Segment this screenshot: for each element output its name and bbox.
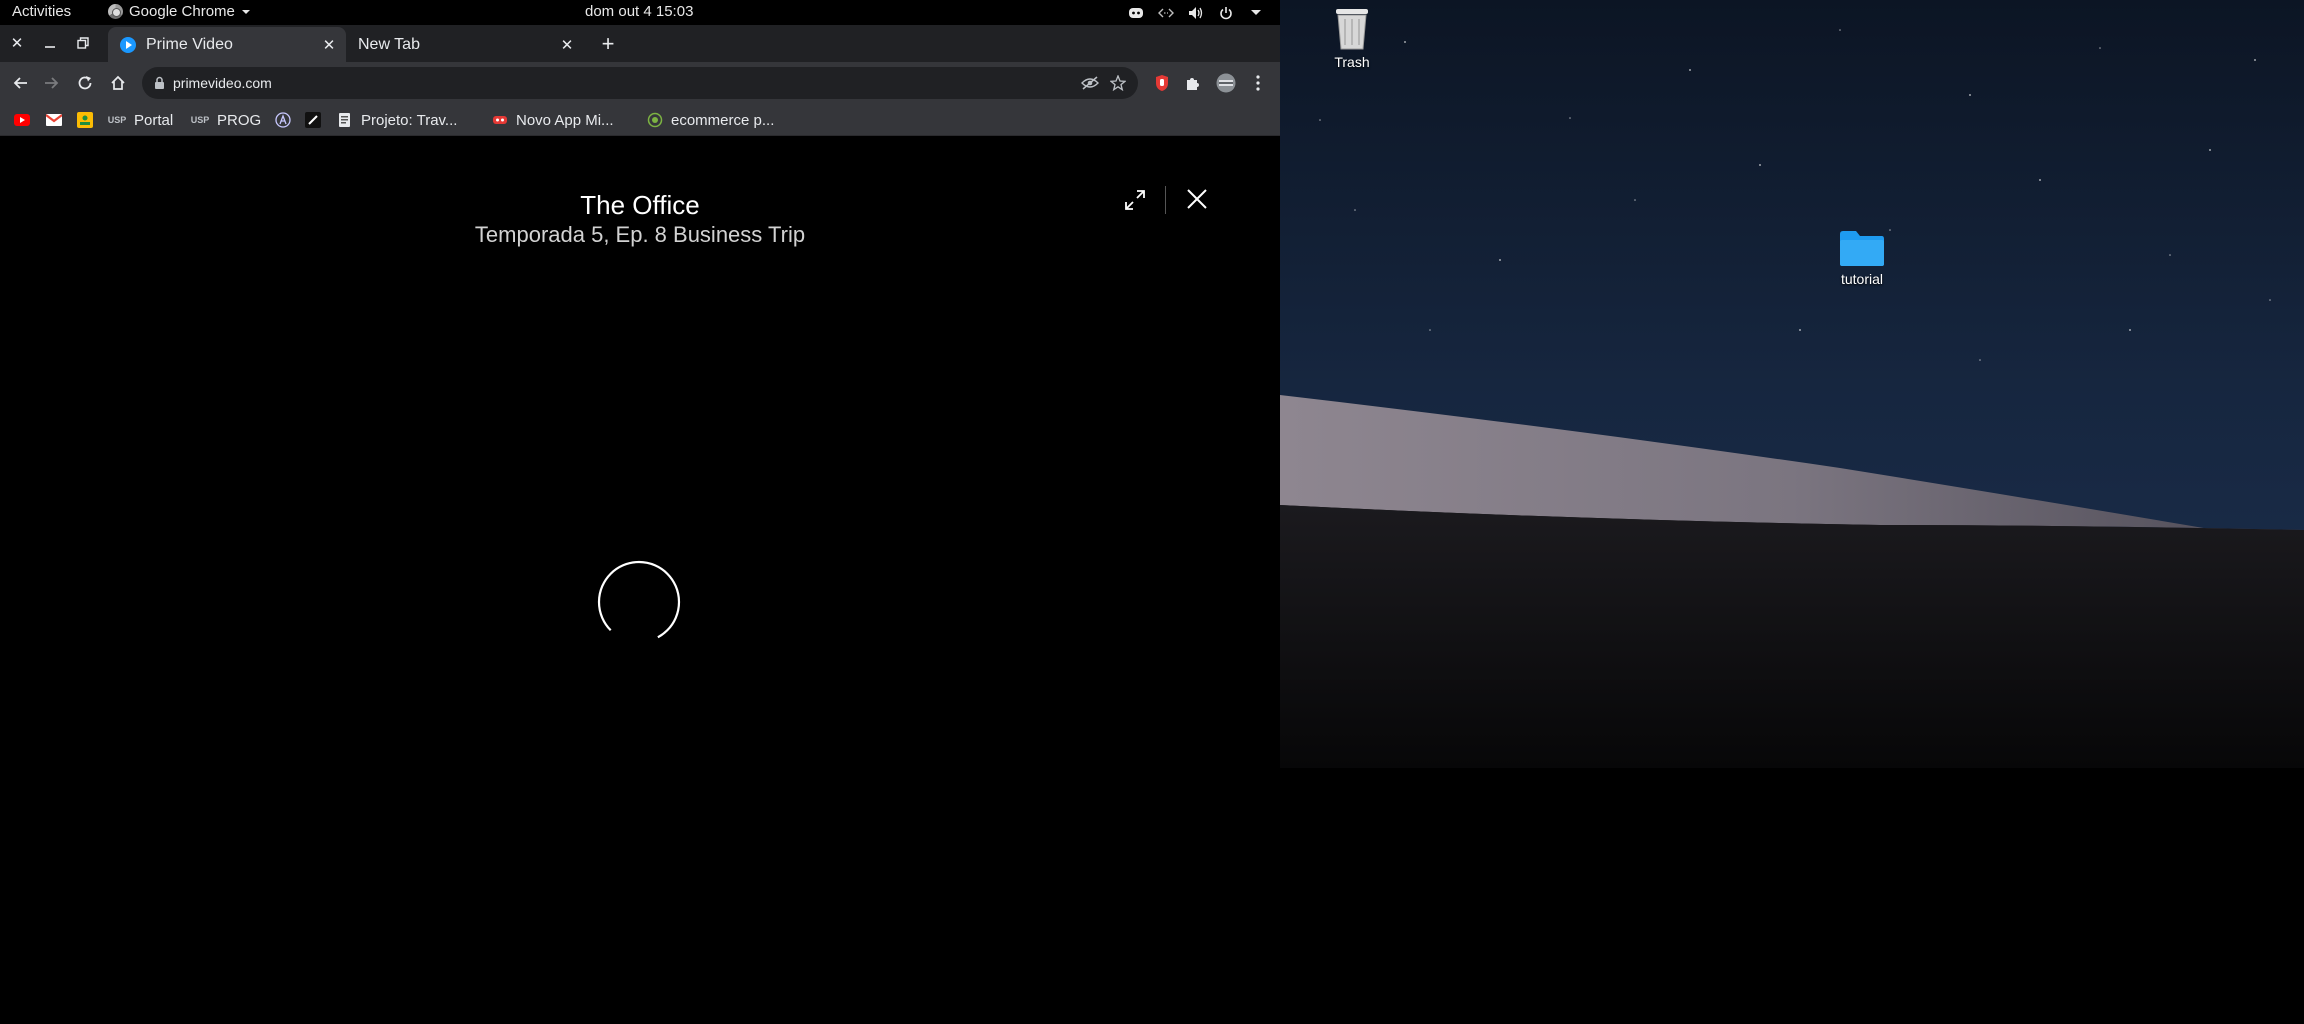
- window-close-icon[interactable]: ✕: [8, 34, 26, 52]
- clock[interactable]: dom out 4 15:03: [585, 3, 693, 20]
- reload-button[interactable]: [73, 71, 97, 95]
- bookmark-a[interactable]: [275, 110, 291, 130]
- bookmark-gmail[interactable]: [46, 110, 62, 130]
- power-icon[interactable]: [1218, 5, 1234, 21]
- app-menu[interactable]: Google Chrome: [108, 3, 251, 20]
- desktop-icon-label: Trash: [1334, 54, 1370, 70]
- bookmark-label: Portal: [134, 111, 174, 129]
- bookmark-novo-app[interactable]: Novo App Mi...: [492, 110, 614, 130]
- window-minimize-icon[interactable]: [41, 34, 59, 52]
- tab-strip: ✕ Prime Video ✕ New Tab ✕ +: [0, 25, 1280, 62]
- bookmark-portal[interactable]: USP Portal: [108, 110, 173, 130]
- tab-prime-video[interactable]: Prime Video ✕: [108, 27, 346, 62]
- forward-button[interactable]: [40, 71, 64, 95]
- bookmark-label: Projeto: Trav...: [361, 111, 458, 129]
- prime-video-icon: [120, 36, 136, 53]
- close-icon: [1187, 189, 1207, 209]
- bookmark-ecommerce[interactable]: ecommerce p...: [647, 110, 774, 130]
- chrome-menu-icon[interactable]: [1248, 73, 1268, 93]
- bookmark-youtube[interactable]: [14, 110, 30, 130]
- back-button[interactable]: [8, 71, 32, 95]
- app-icon: [492, 112, 508, 128]
- youtube-icon: [14, 112, 30, 128]
- desktop-icon-label: tutorial: [1840, 271, 1884, 287]
- extension-adblock-icon[interactable]: [1152, 73, 1172, 93]
- bookmark-photos[interactable]: [77, 110, 93, 130]
- discord-icon[interactable]: [1128, 5, 1144, 21]
- bookmark-label: PROG: [217, 111, 262, 129]
- window-restore-icon[interactable]: [74, 34, 92, 52]
- desktop-wallpaper: [1280, 0, 2304, 768]
- bookmark-star-icon[interactable]: [1104, 75, 1132, 91]
- desktop[interactable]: Trash tutorial: [1280, 0, 2304, 768]
- bookmark-label: ecommerce p...: [671, 111, 775, 129]
- extensions-puzzle-icon[interactable]: [1183, 73, 1203, 93]
- tab-title: New Tab: [358, 35, 420, 53]
- system-tray[interactable]: [1128, 2, 1264, 24]
- close-icon[interactable]: ✕: [556, 36, 578, 54]
- trash-icon: [1336, 9, 1368, 50]
- app-menu-label: Google Chrome: [129, 3, 235, 20]
- show-title: The Office: [580, 190, 700, 220]
- fullscreen-button[interactable]: [1121, 186, 1149, 214]
- close-icon[interactable]: ✕: [318, 36, 340, 54]
- bookmark-notion[interactable]: [305, 110, 321, 130]
- video-player[interactable]: The Office Temporada 5, Ep. 8 Business T…: [0, 136, 1280, 1024]
- bookmarks-bar: USP Portal USP PROG Projeto: Trav... Nov…: [0, 104, 1280, 136]
- bookmark-label: Novo App Mi...: [516, 111, 614, 129]
- figma-icon: [647, 112, 663, 128]
- chrome-icon: [108, 4, 123, 19]
- tab-title: Prime Video: [146, 35, 233, 53]
- profile-avatar[interactable]: [1216, 73, 1236, 93]
- desktop-icon-tutorial[interactable]: tutorial: [1820, 228, 1904, 287]
- activities-button[interactable]: Activities: [12, 3, 71, 20]
- episode-title: Temporada 5, Ep. 8 Business Trip: [474, 222, 806, 247]
- folder-icon: [1840, 231, 1884, 266]
- url-text[interactable]: primevideo.com: [173, 75, 1076, 91]
- address-bar[interactable]: primevideo.com: [142, 67, 1138, 99]
- photos-icon: [77, 112, 93, 128]
- divider: [1165, 186, 1166, 214]
- usp-icon: USP: [107, 115, 127, 125]
- expand-icon: [1125, 190, 1145, 210]
- gnome-top-bar: Activities Google Chrome dom out 4 15:03: [0, 0, 1280, 25]
- a-icon: [275, 112, 291, 128]
- tab-new-tab[interactable]: New Tab ✕: [348, 27, 584, 62]
- bookmark-prog[interactable]: USP PROG: [191, 110, 261, 130]
- gmail-icon: [46, 112, 62, 128]
- usp-icon: USP: [190, 115, 210, 125]
- new-tab-button[interactable]: +: [596, 31, 620, 56]
- chevron-down-icon: [241, 9, 250, 14]
- loading-spinner: [597, 560, 681, 644]
- tracking-blocked-icon[interactable]: [1076, 76, 1104, 90]
- browser-toolbar: primevideo.com: [0, 62, 1280, 104]
- volume-icon[interactable]: [1188, 5, 1204, 21]
- close-player-button[interactable]: [1182, 184, 1212, 214]
- network-icon[interactable]: [1158, 5, 1174, 21]
- lock-icon[interactable]: [154, 76, 165, 90]
- doc-icon: [337, 112, 353, 128]
- home-button[interactable]: [106, 71, 130, 95]
- chrome-window: ✕ Prime Video ✕ New Tab ✕ + primevideo.c…: [0, 25, 1280, 1024]
- notion-icon: [305, 112, 321, 128]
- desktop-icon-trash[interactable]: Trash: [1310, 5, 1394, 70]
- bookmark-projeto[interactable]: Projeto: Trav...: [337, 110, 457, 130]
- chevron-down-icon[interactable]: [1248, 5, 1264, 21]
